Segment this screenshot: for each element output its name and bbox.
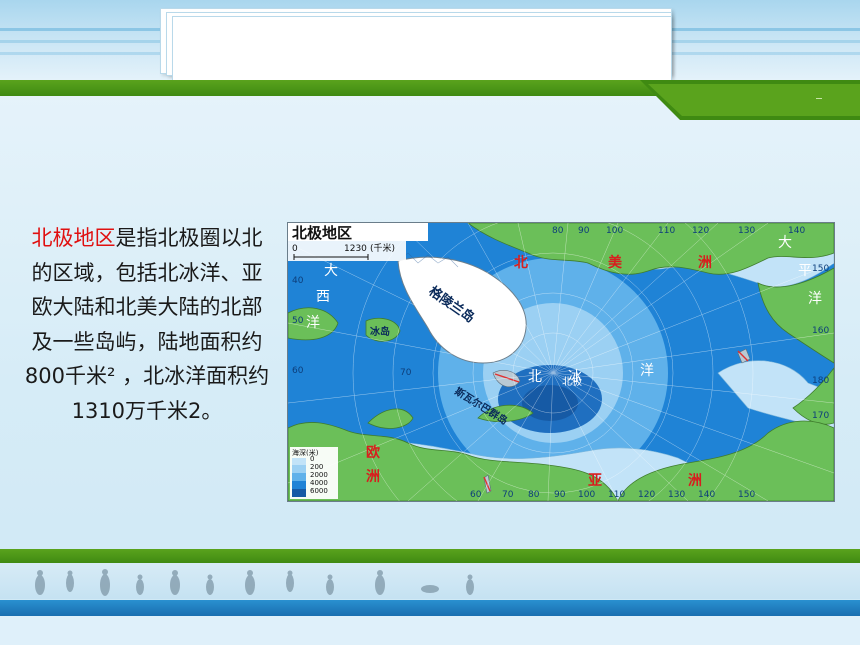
bottom-tick: 70 <box>502 490 514 500</box>
bottom-tick: 120 <box>638 490 655 500</box>
footer-band <box>0 616 860 645</box>
scale-zero: 0 <box>292 244 298 254</box>
label-arctic-ocean: 北 <box>528 369 542 385</box>
bottom-tick: 90 <box>554 490 566 500</box>
top-tick: 130 <box>738 226 755 236</box>
legend-value: 6000 <box>310 487 328 495</box>
paragraph-body: 是指北极圈以北的区域，包括北冰洋、亚欧大陆和北美大陆的北部及一些岛屿，陆地面积约… <box>24 226 270 423</box>
left-tick: 40 <box>292 276 304 286</box>
scale-unit: (千米) <box>370 242 395 254</box>
label-north-america: 美 <box>608 254 623 271</box>
footer-green-bar <box>0 549 860 563</box>
depth-legend: 海深(米) 0 200 2000 4000 6000 <box>290 447 338 499</box>
top-tick: 90 <box>578 226 590 236</box>
label-atlantic: 大 <box>324 263 338 279</box>
label-pacific: 洋 <box>808 291 822 307</box>
highlight-term: 北极地区 <box>31 226 116 250</box>
footer-blue-bar <box>0 600 860 616</box>
label-pacific: 大 <box>778 235 792 251</box>
label-europe: 欧 <box>366 444 380 461</box>
bottom-tick: 140 <box>698 490 715 500</box>
legend-value: 4000 <box>310 479 328 487</box>
label-north-america: 洲 <box>698 255 712 271</box>
label-iceland: 冰岛 <box>370 325 390 338</box>
bottom-tick: 150 <box>738 490 755 500</box>
right-tick: 160 <box>812 326 829 336</box>
penguin-strip <box>0 563 860 599</box>
top-tick: 100 <box>606 226 623 236</box>
label-arctic-ocean: 洋 <box>640 363 654 379</box>
tab-mark <box>816 98 822 99</box>
right-tick: 150 <box>812 264 829 274</box>
header-green-bar <box>0 80 680 96</box>
label-pacific: 平 <box>798 263 812 279</box>
header-green-tab-inner <box>648 84 860 116</box>
scale-value: 1230 <box>344 244 367 254</box>
title-card <box>172 16 672 84</box>
top-tick: 120 <box>692 226 709 236</box>
penguin-silhouettes <box>35 569 474 596</box>
bottom-tick: 130 <box>668 490 685 500</box>
legend-value: 0 <box>310 455 314 463</box>
legend-title: 海深(米) <box>292 448 319 457</box>
bottom-tick: 80 <box>528 490 540 500</box>
legend-value: 200 <box>310 463 323 471</box>
description-paragraph: 北极地区是指北极圈以北的区域，包括北冰洋、亚欧大陆和北美大陆的北部及一些岛屿，陆… <box>22 221 272 428</box>
bottom-tick: 110 <box>608 490 625 500</box>
bottom-tick: 100 <box>578 490 595 500</box>
right-tick: 180 <box>812 376 829 386</box>
left-tick: 60 <box>292 366 304 376</box>
left-tick: 50 <box>292 316 304 326</box>
label-europe: 洲 <box>366 469 380 485</box>
legend-value: 2000 <box>310 471 328 479</box>
arctic-map: 北极地区 0 1230 (千米) 80 90 100 110 120 130 1… <box>287 222 835 502</box>
top-tick: 80 <box>552 226 564 236</box>
label-asia: 洲 <box>688 473 702 489</box>
right-tick: 170 <box>812 411 829 421</box>
bottom-tick: 60 <box>470 490 482 500</box>
arctic-map-graphic: 北极地区 0 1230 (千米) 80 90 100 110 120 130 1… <box>288 223 834 501</box>
label-north-pole: 北极 <box>562 375 582 388</box>
top-tick: 110 <box>658 226 675 236</box>
label-asia: 亚 <box>588 473 602 489</box>
label-north-america: 北 <box>514 255 528 271</box>
label-atlantic: 西 <box>316 289 330 305</box>
map-title: 北极地区 <box>292 224 352 242</box>
left-tick: 70 <box>400 368 412 378</box>
label-atlantic: 洋 <box>306 315 320 331</box>
